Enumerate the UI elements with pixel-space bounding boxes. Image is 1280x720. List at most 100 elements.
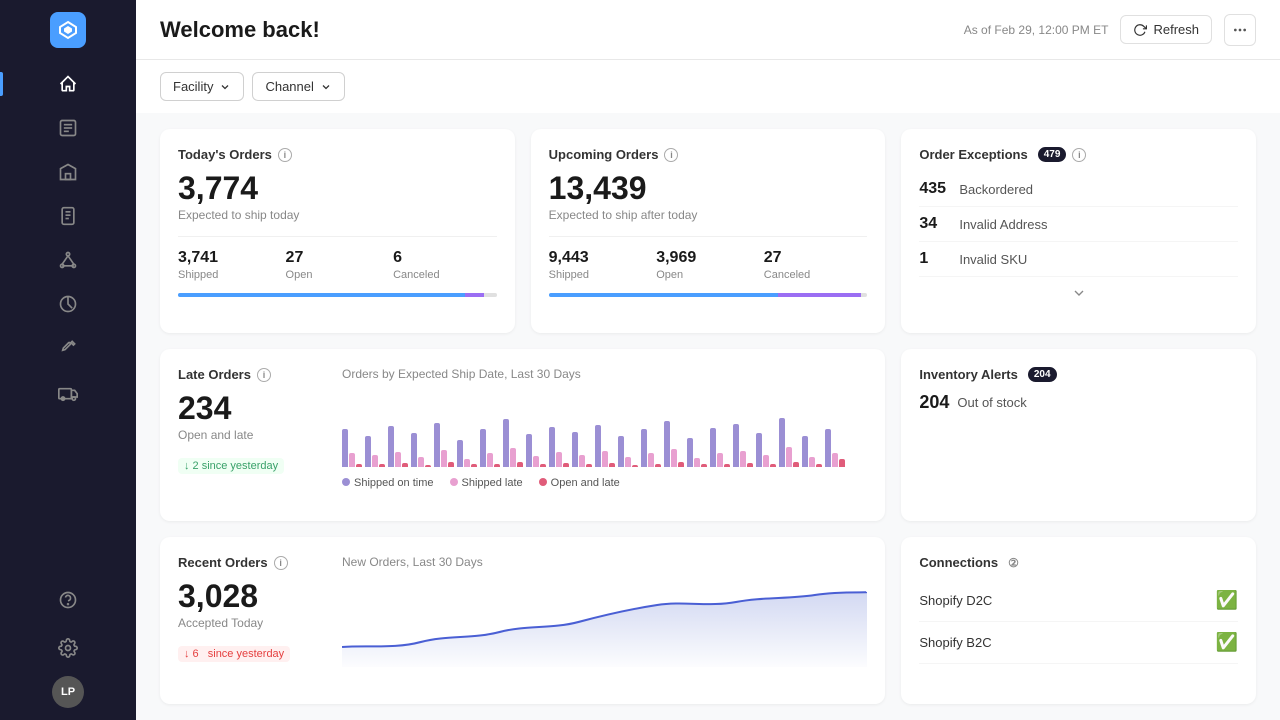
upcoming-orders-info[interactable]: i — [664, 148, 678, 162]
bar-group — [480, 429, 500, 467]
late-orders-info[interactable]: i — [257, 368, 271, 382]
check-icon-d2c: ✅ — [1216, 590, 1238, 611]
sidebar-item-integrations[interactable] — [0, 240, 136, 280]
upcoming-orders-card: Upcoming Orders i 13,439 Expected to shi… — [531, 129, 886, 333]
header-actions: As of Feb 29, 12:00 PM ET Refresh — [964, 14, 1256, 46]
refresh-button[interactable]: Refresh — [1120, 15, 1212, 44]
upcoming-orders-title: Upcoming Orders i — [549, 147, 868, 162]
bar-on-time — [457, 440, 463, 467]
channel-filter[interactable]: Channel — [252, 72, 344, 101]
exceptions-info[interactable]: i — [1072, 148, 1086, 162]
bar-on-time — [802, 436, 808, 467]
page-title: Welcome back! — [160, 17, 320, 43]
sidebar-item-inventory[interactable] — [0, 152, 136, 192]
upcoming-canceled-stat: 27 Canceled — [764, 249, 868, 281]
sidebar: LP — [0, 0, 136, 720]
late-orders-card: Late Orders i 234 Open and late ↓ 2 sinc… — [160, 349, 885, 521]
bar-late — [809, 457, 815, 467]
refresh-icon — [1133, 23, 1147, 37]
bar-on-time — [411, 433, 417, 467]
connections-badge: ② — [1008, 556, 1019, 570]
recent-orders-info[interactable]: i — [274, 556, 288, 570]
todays-orders-number: 3,774 — [178, 172, 497, 204]
bar-late — [786, 447, 792, 467]
sidebar-item-home[interactable] — [0, 64, 136, 104]
exceptions-expand[interactable] — [919, 285, 1238, 301]
upcoming-shipped-stat: 9,443 Shipped — [549, 249, 653, 281]
todays-orders-info[interactable]: i — [278, 148, 292, 162]
sidebar-item-orders[interactable] — [0, 108, 136, 148]
connections-card: Connections ② Shopify D2C ✅ Shopify B2C … — [901, 537, 1256, 704]
bar-on-time — [342, 429, 348, 467]
bar-group — [549, 427, 569, 467]
bar-late — [625, 457, 631, 467]
order-exceptions-card: Order Exceptions 479 i 435 Backordered 3… — [901, 129, 1256, 333]
bar-on-time — [825, 429, 831, 467]
recent-orders-number: 3,028 — [178, 580, 318, 612]
bar-open-late — [425, 465, 431, 467]
out-of-stock-number: 204 — [919, 392, 949, 413]
bar-open-late — [402, 463, 408, 467]
more-button[interactable] — [1224, 14, 1256, 46]
recent-orders-header: Recent Orders i 3,028 Accepted Today ↓ 6… — [178, 555, 867, 672]
avatar[interactable]: LP — [52, 676, 84, 708]
sidebar-item-settings[interactable] — [52, 628, 84, 668]
bar-on-time — [779, 418, 785, 467]
upcoming-orders-progress — [549, 293, 868, 297]
bar-on-time — [595, 425, 601, 467]
bar-group — [388, 426, 408, 467]
bar-group — [457, 440, 477, 467]
bar-open-late — [747, 463, 753, 467]
bar-open-late — [678, 462, 684, 467]
out-of-stock-row: 204 Out of stock — [919, 392, 1238, 413]
bar-open-late — [356, 464, 362, 467]
sidebar-item-reports[interactable] — [0, 196, 136, 236]
exceptions-badge: 479 — [1038, 147, 1067, 162]
timestamp: As of Feb 29, 12:00 PM ET — [964, 23, 1109, 37]
bar-on-time — [526, 434, 532, 467]
bar-open-late — [839, 459, 845, 467]
bar-open-late — [632, 465, 638, 467]
more-icon — [1232, 22, 1248, 38]
shipped-progress — [178, 293, 465, 297]
legend-open-late: Open and late — [539, 477, 620, 489]
recent-orders-card: Recent Orders i 3,028 Accepted Today ↓ 6… — [160, 537, 885, 704]
bar-late — [763, 455, 769, 467]
bar-group — [756, 433, 776, 467]
bar-late — [418, 457, 424, 467]
bar-on-time — [756, 433, 762, 467]
bar-late — [533, 456, 539, 467]
bar-on-time — [365, 436, 371, 467]
bar-group — [411, 433, 431, 467]
line-chart-svg — [342, 577, 867, 667]
bar-group — [365, 436, 385, 467]
canceled-stat: 6 Canceled — [393, 249, 497, 281]
bar-on-time — [549, 427, 555, 467]
facility-filter[interactable]: Facility — [160, 72, 244, 101]
late-orders-title: Late Orders i — [178, 367, 318, 382]
inventory-alerts-title: Inventory Alerts 204 — [919, 367, 1238, 382]
bar-late — [579, 455, 585, 467]
sidebar-item-tools[interactable] — [0, 328, 136, 368]
bar-on-time — [388, 426, 394, 467]
legend-late: Shipped late — [450, 477, 523, 489]
main-content: Welcome back! As of Feb 29, 12:00 PM ET … — [136, 0, 1280, 720]
late-orders-sublabel: Open and late — [178, 428, 318, 442]
todays-orders-progress — [178, 293, 497, 297]
inventory-alerts-card: Inventory Alerts 204 204 Out of stock — [901, 349, 1256, 521]
bar-open-late — [609, 463, 615, 467]
connections-title: Connections ② — [919, 555, 1238, 570]
upcoming-orders-stats: 9,443 Shipped 3,969 Open 27 Canceled — [549, 236, 868, 281]
bar-group — [641, 429, 661, 467]
todays-orders-stats: 3,741 Shipped 27 Open 6 Canceled — [178, 236, 497, 281]
bar-group — [503, 419, 523, 467]
bar-chart — [342, 389, 867, 469]
bar-group — [733, 424, 753, 467]
bar-open-late — [793, 462, 799, 467]
bar-group — [434, 423, 454, 467]
sidebar-item-analytics[interactable] — [0, 284, 136, 324]
sidebar-item-fulfillment[interactable] — [0, 372, 136, 412]
sidebar-item-help[interactable] — [52, 580, 84, 620]
recent-orders-chart-title: New Orders, Last 30 Days — [342, 555, 867, 569]
open-stat: 27 Open — [286, 249, 390, 281]
